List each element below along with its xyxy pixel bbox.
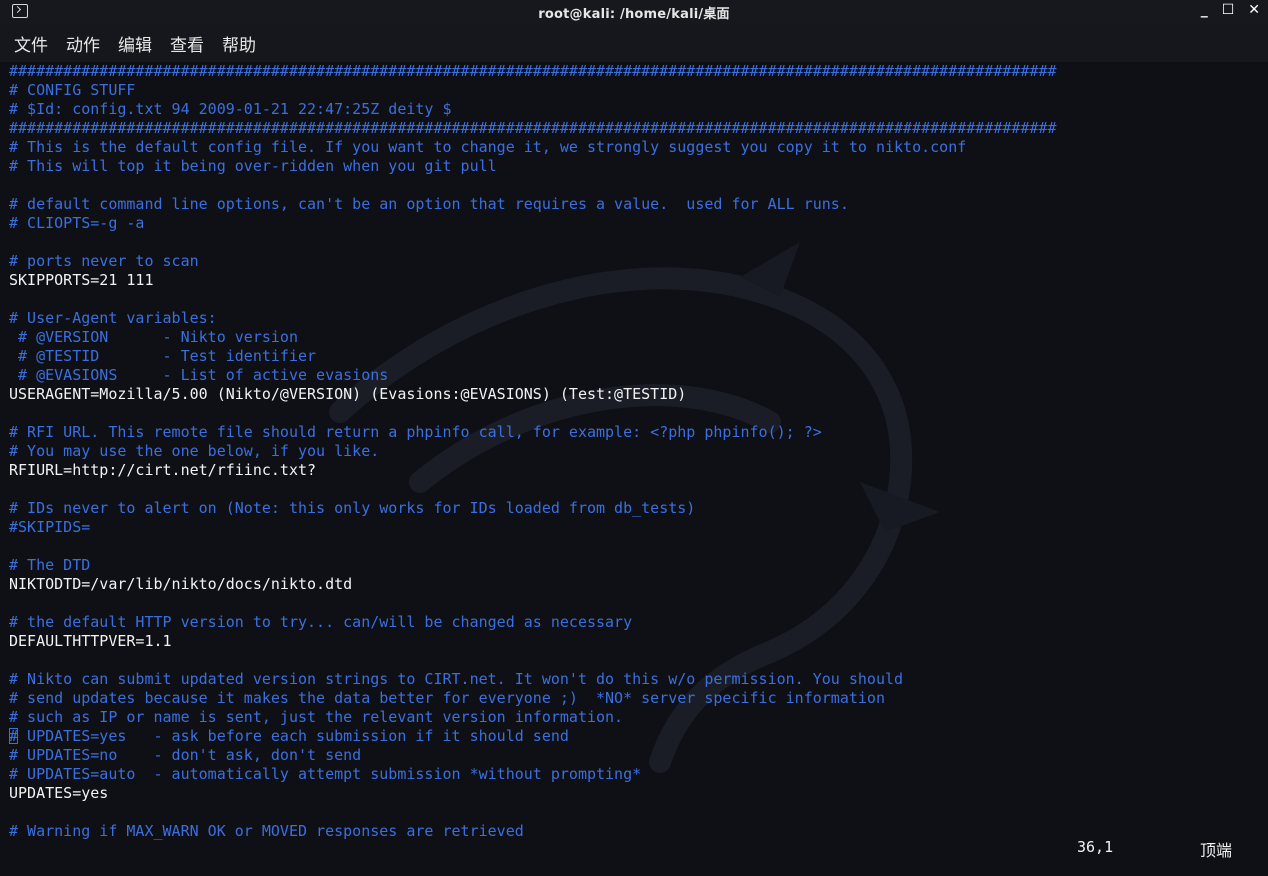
- editor-content[interactable]: ########################################…: [9, 62, 1057, 841]
- config-line: RFIURL=http://cirt.net/rfiinc.txt?: [9, 461, 1057, 480]
- line-text: ########################################…: [9, 119, 1057, 137]
- line-text: #SKIPIDS=: [9, 518, 91, 536]
- line-text: # UPDATES=no - don't ask, don't send: [9, 746, 362, 764]
- menu-edit[interactable]: 编辑: [118, 31, 152, 56]
- comment-line: # @EVASIONS - List of active evasions: [9, 366, 1057, 385]
- line-text: # default command line options, can't be…: [9, 195, 849, 213]
- maximize-button[interactable]: ☐: [1222, 2, 1235, 18]
- line-text: # the default HTTP version to try... can…: [9, 613, 633, 631]
- comment-line: # @TESTID - Test identifier: [9, 347, 1057, 366]
- comment-line: # CLIOPTS=-g -a: [9, 214, 1057, 233]
- minimize-button[interactable]: _: [1201, 2, 1208, 18]
- line-text: DEFAULTHTTPVER=1.1: [9, 632, 172, 650]
- line-text: # @VERSION - Nikto version: [9, 328, 298, 346]
- comment-line: # RFI URL. This remote file should retur…: [9, 423, 1057, 442]
- comment-line: # the default HTTP version to try... can…: [9, 613, 1057, 632]
- config-line: SKIPPORTS=21 111: [9, 271, 1057, 290]
- line-text: # CONFIG STUFF: [9, 81, 136, 99]
- line-text: UPDATES=yes: [9, 784, 109, 802]
- config-line: [9, 594, 1057, 613]
- line-text: SKIPPORTS=21 111: [9, 271, 154, 289]
- line-text: # User-Agent variables:: [9, 309, 217, 327]
- cursor-position: 36,1: [1077, 838, 1114, 856]
- line-text: # such as IP or name is sent, just the r…: [9, 708, 624, 726]
- menu-help[interactable]: 帮助: [222, 31, 256, 56]
- close-button[interactable]: ✕: [1248, 2, 1260, 18]
- comment-line: # You may use the one below, if you like…: [9, 442, 1057, 461]
- line-text: # IDs never to alert on (Note: this only…: [9, 499, 696, 517]
- line-text: # UPDATES=auto - automatically attempt s…: [9, 765, 642, 783]
- menu-action[interactable]: 动作: [66, 31, 100, 56]
- comment-line: # UPDATES=no - don't ask, don't send: [9, 746, 1057, 765]
- line-text: # send updates because it makes the data…: [9, 689, 885, 707]
- comment-line: # This will top it being over-ridden whe…: [9, 157, 1057, 176]
- comment-line: # @VERSION - Nikto version: [9, 328, 1057, 347]
- line-text: # $Id: config.txt 94 2009-01-21 22:47:25…: [9, 100, 452, 118]
- line-text: # Nikto can submit updated version strin…: [9, 670, 904, 688]
- line-text: # This will top it being over-ridden whe…: [9, 157, 497, 175]
- config-line: DEFAULTHTTPVER=1.1: [9, 632, 1057, 651]
- line-text: # Warning if MAX_WARN OK or MOVED respon…: [9, 822, 524, 840]
- comment-line: ########################################…: [9, 62, 1057, 81]
- line-text: # ports never to scan: [9, 252, 199, 270]
- menu-bar: 文件 动作 编辑 查看 帮助: [0, 24, 1268, 62]
- comment-line: # $Id: config.txt 94 2009-01-21 22:47:25…: [9, 100, 1057, 119]
- window-titlebar: root@kali: /home/kali/桌面 _ ☐ ✕: [0, 0, 1268, 24]
- comment-line: # IDs never to alert on (Note: this only…: [9, 499, 1057, 518]
- line-text: NIKTODTD=/var/lib/nikto/docs/nikto.dtd: [9, 575, 353, 593]
- config-line: [9, 803, 1057, 822]
- config-line: UPDATES=yes: [9, 784, 1057, 803]
- line-text: # CLIOPTS=-g -a: [9, 214, 145, 232]
- line-text: # RFI URL. This remote file should retur…: [9, 423, 822, 441]
- terminal-area[interactable]: ########################################…: [0, 62, 1268, 876]
- comment-line: # such as IP or name is sent, just the r…: [9, 708, 1057, 727]
- config-line: [9, 651, 1057, 670]
- comment-line: # Nikto can submit updated version strin…: [9, 670, 1057, 689]
- line-text: # UPDATES=yes - ask before each submissi…: [9, 727, 569, 745]
- comment-line: # UPDATES=yes - ask before each submissi…: [9, 727, 1057, 746]
- config-line: [9, 233, 1057, 252]
- config-line: [9, 290, 1057, 309]
- comment-line: # send updates because it makes the data…: [9, 689, 1057, 708]
- line-text: # @EVASIONS - List of active evasions: [9, 366, 389, 384]
- config-line: [9, 404, 1057, 423]
- comment-line: ########################################…: [9, 119, 1057, 138]
- line-text: # You may use the one below, if you like…: [9, 442, 380, 460]
- menu-view[interactable]: 查看: [170, 31, 204, 56]
- window-controls: _ ☐ ✕: [1201, 2, 1260, 18]
- config-line: [9, 176, 1057, 195]
- scroll-indicator: 顶端: [1200, 841, 1233, 860]
- line-text: # The DTD: [9, 556, 91, 574]
- window-title: root@kali: /home/kali/桌面: [538, 7, 730, 22]
- line-text: # This is the default config file. If yo…: [9, 138, 967, 156]
- line-text: ########################################…: [9, 62, 1057, 80]
- comment-line: # Warning if MAX_WARN OK or MOVED respon…: [9, 822, 1057, 841]
- comment-line: # UPDATES=auto - automatically attempt s…: [9, 765, 1057, 784]
- comment-line: # ports never to scan: [9, 252, 1057, 271]
- config-line: USERAGENT=Mozilla/5.00 (Nikto/@VERSION) …: [9, 385, 1057, 404]
- comment-line: # User-Agent variables:: [9, 309, 1057, 328]
- comment-line: # This is the default config file. If yo…: [9, 138, 1057, 157]
- menu-file[interactable]: 文件: [14, 31, 48, 56]
- comment-line: # default command line options, can't be…: [9, 195, 1057, 214]
- comment-line: # The DTD: [9, 556, 1057, 575]
- config-line: NIKTODTD=/var/lib/nikto/docs/nikto.dtd: [9, 575, 1057, 594]
- config-line: [9, 537, 1057, 556]
- comment-line: # CONFIG STUFF: [9, 81, 1057, 100]
- line-text: USERAGENT=Mozilla/5.00 (Nikto/@VERSION) …: [9, 385, 687, 403]
- config-line: [9, 480, 1057, 499]
- line-text: RFIURL=http://cirt.net/rfiinc.txt?: [9, 461, 317, 479]
- line-text: # @TESTID - Test identifier: [9, 347, 317, 365]
- comment-line: #SKIPIDS=: [9, 518, 1057, 537]
